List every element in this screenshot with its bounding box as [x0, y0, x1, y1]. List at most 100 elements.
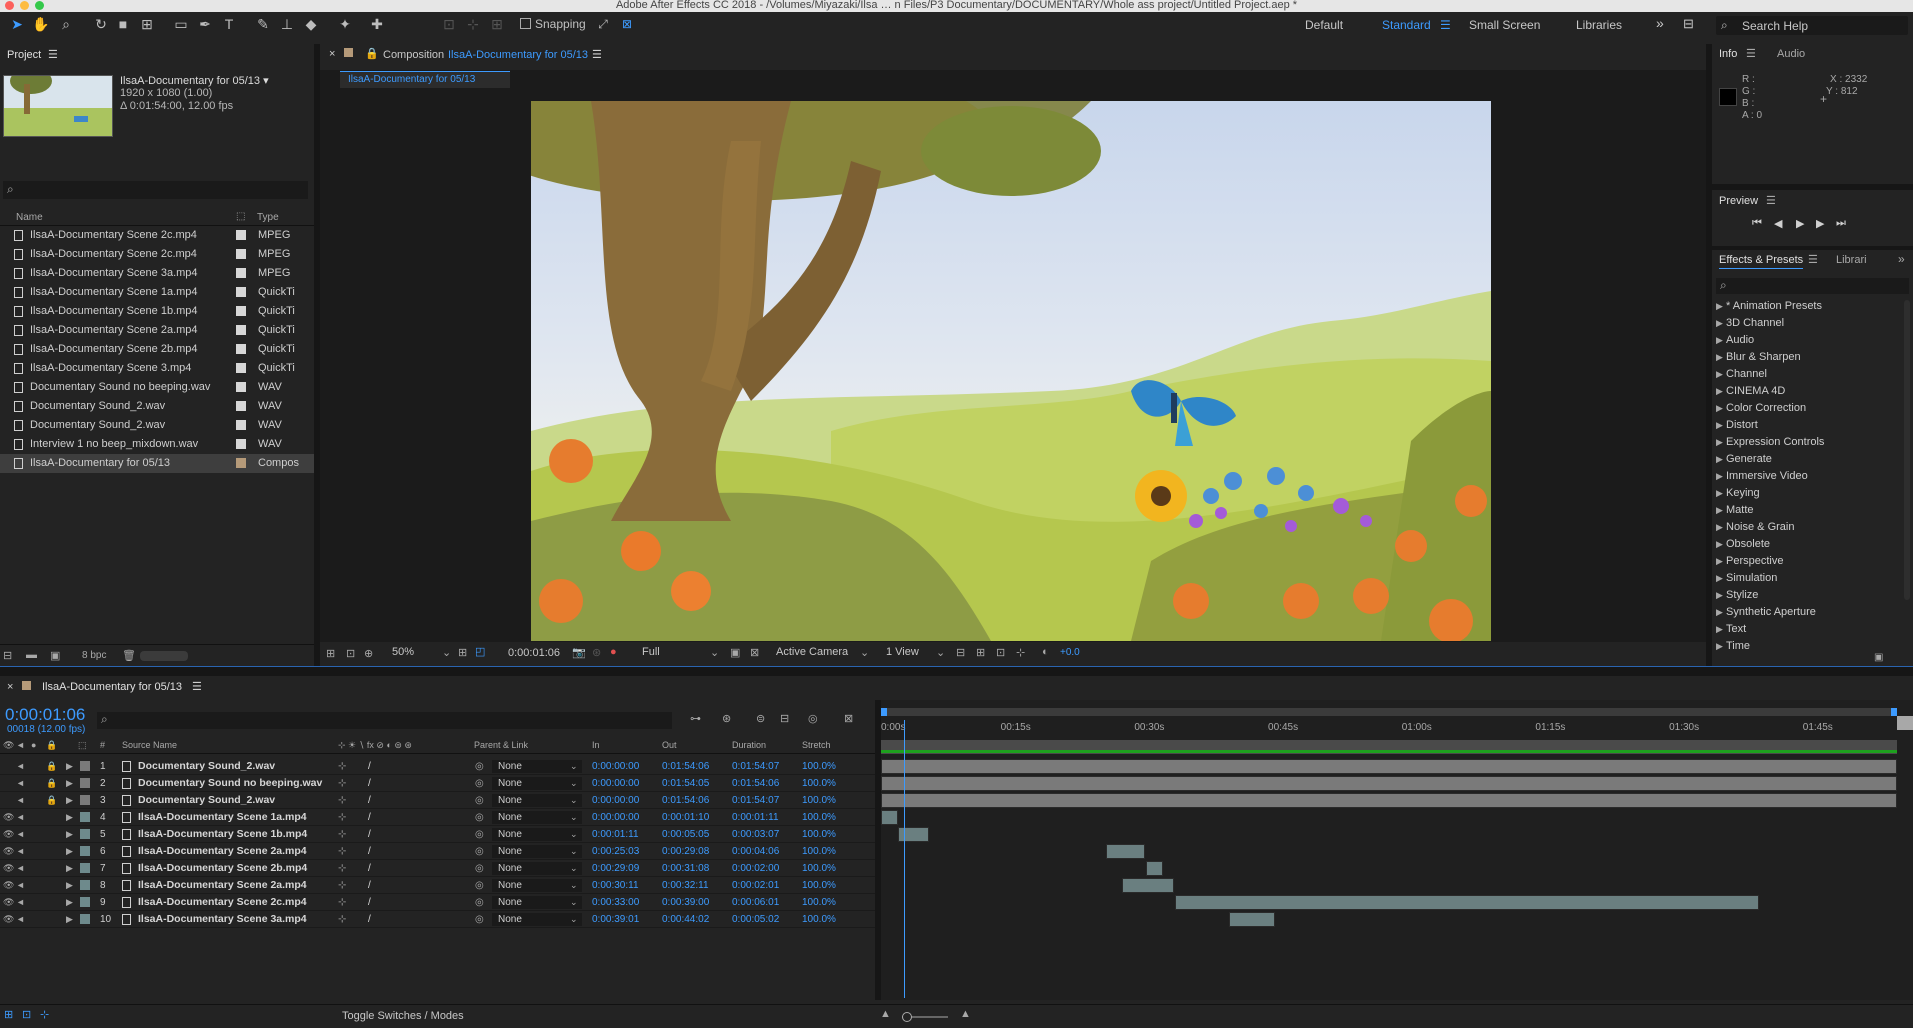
- quality-switch-icon[interactable]: /: [368, 911, 371, 928]
- parent-select[interactable]: None: [492, 760, 582, 773]
- expand-triangle-icon[interactable]: ▶: [66, 792, 73, 809]
- camera-tool-icon[interactable]: ■: [112, 12, 134, 36]
- video-toggle-icon[interactable]: 👁: [3, 894, 14, 911]
- expand-triangle-icon[interactable]: ▶: [1716, 553, 1723, 570]
- snapshot-icon[interactable]: 📷: [572, 646, 586, 659]
- label-color[interactable]: [236, 382, 246, 392]
- label-color[interactable]: [236, 344, 246, 354]
- new-folder-icon[interactable]: ▬: [26, 649, 37, 661]
- shy-switch-icon[interactable]: ⊹: [338, 809, 346, 826]
- label-column-icon[interactable]: ⬚: [78, 740, 87, 751]
- label-color[interactable]: [236, 249, 246, 259]
- more-workspaces-icon[interactable]: »: [1656, 15, 1664, 31]
- previous-frame-icon[interactable]: ◀: [1774, 217, 1782, 230]
- panel-menu-icon[interactable]: ☰: [592, 48, 602, 61]
- expand-triangle-icon[interactable]: ▶: [1716, 536, 1723, 553]
- layer-duration[interactable]: 0:00:06:01: [732, 894, 779, 911]
- expand-triangle-icon[interactable]: ▶: [1716, 451, 1723, 468]
- layer-stretch[interactable]: 100.0%: [802, 758, 836, 775]
- expand-triangle-icon[interactable]: ▶: [1716, 349, 1723, 366]
- layer-search-input[interactable]: ⌕: [97, 712, 672, 729]
- expand-triangle-icon[interactable]: ▶: [66, 843, 73, 860]
- project-item[interactable]: Documentary Sound no beeping.wav WAV: [0, 378, 314, 397]
- comp-viewer-tab[interactable]: IlsaA-Documentary for 05/13: [340, 71, 510, 88]
- layer-duration[interactable]: 0:00:04:06: [732, 843, 779, 860]
- layer-in[interactable]: 0:00:29:09: [592, 860, 639, 877]
- show-snapshot-icon[interactable]: ⊛: [592, 646, 601, 659]
- audio-toggle-icon[interactable]: ◄: [16, 877, 25, 894]
- duration-header[interactable]: Duration: [732, 740, 766, 750]
- project-item[interactable]: IlsaA-Documentary Scene 2c.mp4 MPEG: [0, 226, 314, 245]
- layer-duration-bar[interactable]: [881, 810, 898, 825]
- project-item[interactable]: IlsaA-Documentary for 05/13 Compos: [0, 454, 314, 473]
- label-color[interactable]: [236, 363, 246, 373]
- layer-in[interactable]: 0:00:00:00: [592, 792, 639, 809]
- effects-presets-tab[interactable]: Effects & Presets: [1719, 254, 1804, 269]
- layer-duration[interactable]: 0:01:54:07: [732, 758, 779, 775]
- layer-switches-icon[interactable]: ⊞: [4, 1008, 13, 1021]
- layer-out[interactable]: 0:00:05:05: [662, 826, 709, 843]
- workspace-default[interactable]: Default: [1305, 18, 1343, 32]
- navigator-end-handle[interactable]: [1891, 708, 1897, 716]
- layer-in[interactable]: 0:00:30:11: [592, 877, 639, 894]
- project-item[interactable]: IlsaA-Documentary Scene 2c.mp4 MPEG: [0, 245, 314, 264]
- layer-duration-bar[interactable]: [881, 759, 1897, 774]
- lock-icon[interactable]: 🔒: [46, 758, 57, 775]
- expand-triangle-icon[interactable]: ▶: [66, 877, 73, 894]
- chevron-down-icon[interactable]: ⌄: [936, 646, 945, 659]
- label-color[interactable]: [80, 795, 90, 805]
- time-ruler[interactable]: 0:00s 00:15s 00:30s 00:45s 01:00s 01:15s 01:30…: [881, 720, 1897, 738]
- axis-mode-icon[interactable]: ⊡: [438, 12, 460, 36]
- quality-switch-icon[interactable]: /: [368, 809, 371, 826]
- parent-select[interactable]: None: [492, 862, 582, 875]
- layer-row[interactable]: 👁 ◄ ▶ 8 IlsaA-Documentary Scene 2a.mp4 ⊹ / ◎ Non…: [0, 877, 875, 894]
- region-of-interest-icon[interactable]: ▣: [730, 646, 740, 659]
- snapping-checkbox[interactable]: [520, 18, 531, 29]
- audio-toggle-icon[interactable]: ◄: [16, 792, 25, 809]
- toggle-pixel-aspect-icon[interactable]: ⊟: [956, 646, 965, 659]
- zoom-in-icon[interactable]: ▲: [960, 1008, 971, 1020]
- layer-out[interactable]: 0:00:29:08: [662, 843, 709, 860]
- layer-duration-bar[interactable]: [1121, 878, 1175, 893]
- shy-switch-icon[interactable]: ⊹: [338, 911, 346, 928]
- expand-triangle-icon[interactable]: ▶: [1716, 621, 1723, 638]
- expand-triangle-icon[interactable]: ▶: [66, 894, 73, 911]
- comp-mini-flowchart-icon[interactable]: ⊶: [690, 712, 701, 725]
- clone-stamp-tool-icon[interactable]: ⊥: [276, 12, 298, 36]
- layer-duration[interactable]: 0:00:02:01: [732, 877, 779, 894]
- chevron-down-icon[interactable]: ⌄: [570, 809, 578, 826]
- graph-editor-icon[interactable]: ⊠: [844, 712, 853, 725]
- shy-switch-icon[interactable]: ⊹: [338, 860, 346, 877]
- shy-switch-icon[interactable]: ⊹: [338, 843, 346, 860]
- pickwhip-icon[interactable]: ◎: [475, 860, 484, 877]
- layer-stretch[interactable]: 100.0%: [802, 809, 836, 826]
- project-item[interactable]: IlsaA-Documentary Scene 1a.mp4 QuickTi: [0, 283, 314, 302]
- snap-feature-icon[interactable]: ⤢: [592, 12, 614, 36]
- label-color[interactable]: [236, 268, 246, 278]
- grid-guides-icon[interactable]: ⊞: [458, 646, 467, 659]
- layer-stretch[interactable]: 100.0%: [802, 792, 836, 809]
- layer-row[interactable]: ◄ 🔒 ▶ 1 Documentary Sound_2.wav ⊹ / ◎ None ⌄ 0:00:…: [0, 758, 875, 775]
- layer-row[interactable]: 👁 ◄ ▶ 5 IlsaA-Documentary Scene 1b.mp4 ⊹ / ◎ Non…: [0, 826, 875, 843]
- expand-triangle-icon[interactable]: ▶: [1716, 570, 1723, 587]
- expand-triangle-icon[interactable]: ▶: [1716, 604, 1723, 621]
- parent-link-header[interactable]: Parent & Link: [474, 740, 528, 750]
- timeline-tab[interactable]: IlsaA-Documentary for 05/13: [42, 681, 182, 693]
- layer-duration-bar[interactable]: [1145, 861, 1163, 876]
- layer-row[interactable]: 👁 ◄ ▶ 7 IlsaA-Documentary Scene 2b.mp4 ⊹ / ◎ Non…: [0, 860, 875, 877]
- exposure-value[interactable]: +0.0: [1060, 647, 1080, 658]
- pickwhip-icon[interactable]: ◎: [475, 877, 484, 894]
- work-area-bar[interactable]: [881, 740, 1897, 754]
- solo-switch-icon[interactable]: ●: [31, 740, 36, 750]
- timeline-zoom-slider[interactable]: [902, 1012, 948, 1022]
- layer-duration-bar[interactable]: [1175, 895, 1759, 910]
- libraries-tab[interactable]: Librari: [1836, 254, 1867, 266]
- layer-duration[interactable]: 0:00:03:07: [732, 826, 779, 843]
- layer-duration-bar[interactable]: [897, 827, 930, 842]
- video-toggle-icon[interactable]: 👁: [3, 843, 14, 860]
- layer-row[interactable]: ◄ 🔒 ▶ 2 Documentary Sound no beeping.wav ⊹ / ◎ N…: [0, 775, 875, 792]
- chevron-down-icon[interactable]: ⌄: [570, 894, 578, 911]
- view-layout-select[interactable]: 1 View: [886, 646, 919, 658]
- fast-previews-icon[interactable]: ⊞: [976, 646, 985, 659]
- label-color[interactable]: [80, 863, 90, 873]
